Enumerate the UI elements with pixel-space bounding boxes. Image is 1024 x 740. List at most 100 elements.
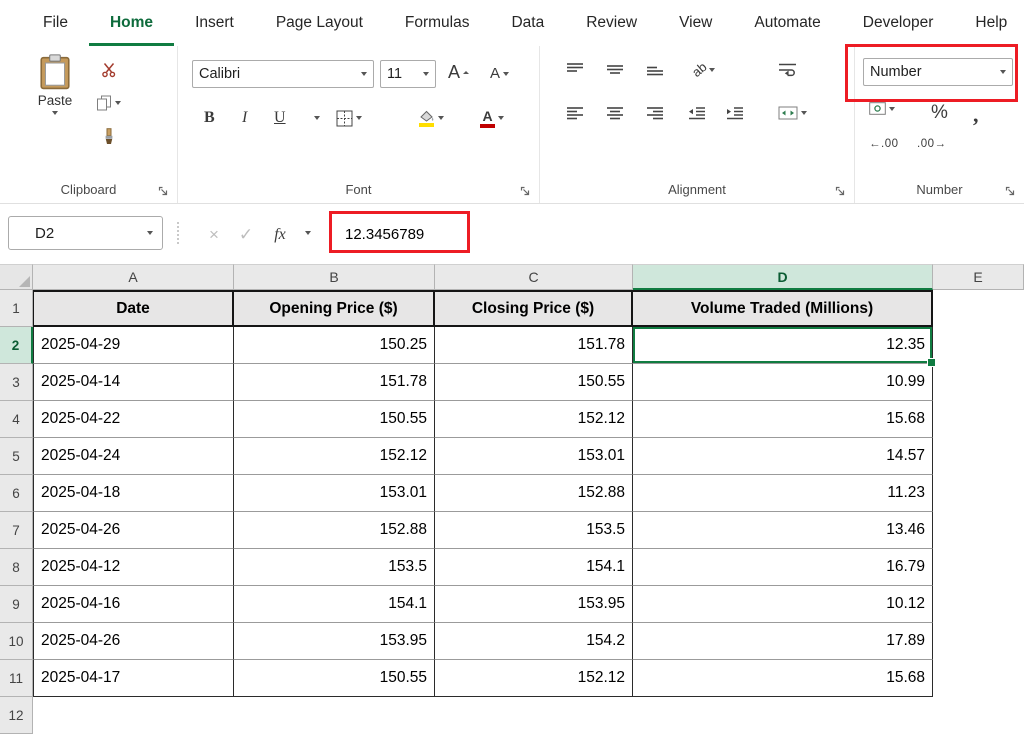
underline-dropdown-icon[interactable]	[314, 104, 320, 132]
align-center-button[interactable]	[606, 106, 624, 120]
cell-D6[interactable]: 11.23	[633, 475, 933, 512]
tab-review[interactable]: Review	[565, 0, 658, 46]
cell-B6[interactable]: 153.01	[234, 475, 435, 512]
tab-file[interactable]: File	[22, 0, 89, 46]
cell-B11[interactable]: 150.55	[234, 660, 435, 697]
cell-E12[interactable]	[933, 697, 1024, 734]
name-box[interactable]: D2	[8, 216, 163, 250]
tab-automate[interactable]: Automate	[733, 0, 841, 46]
decrease-decimal-button[interactable]: .00→	[917, 138, 947, 150]
cell-E10[interactable]	[933, 623, 1024, 660]
number-format-combo[interactable]: Number	[863, 58, 1013, 86]
cell-E8[interactable]	[933, 549, 1024, 586]
row-header-9[interactable]: 9	[0, 586, 33, 623]
cell-E5[interactable]	[933, 438, 1024, 475]
cell-E6[interactable]	[933, 475, 1024, 512]
row-header-1[interactable]: 1	[0, 290, 33, 327]
formula-input[interactable]: 12.3456789	[345, 205, 424, 264]
cell-D11[interactable]: 15.68	[633, 660, 933, 697]
align-left-button[interactable]	[566, 106, 584, 120]
paste-button[interactable]: Paste	[26, 54, 84, 115]
comma-style-button[interactable]: ,	[973, 102, 979, 128]
increase-decimal-button[interactable]: ←.00	[869, 138, 899, 150]
decrease-font-size-button[interactable]: A	[490, 65, 510, 82]
column-header-E[interactable]: E	[933, 264, 1024, 290]
cell-A8[interactable]: 2025-04-12	[33, 549, 234, 586]
cell-C10[interactable]: 154.2	[435, 623, 633, 660]
cell-E11[interactable]	[933, 660, 1024, 697]
cell-A2[interactable]: 2025-04-29	[33, 327, 234, 364]
cell-B1[interactable]: Opening Price ($)	[234, 290, 435, 327]
row-header-4[interactable]: 4	[0, 401, 33, 438]
tab-insert[interactable]: Insert	[174, 0, 255, 46]
cancel-icon[interactable]: ×	[200, 205, 228, 264]
cell-C1[interactable]: Closing Price ($)	[435, 290, 633, 327]
cell-D2[interactable]: 12.35	[633, 327, 936, 367]
cell-A9[interactable]: 2025-04-16	[33, 586, 234, 623]
cell-B5[interactable]: 152.12	[234, 438, 435, 475]
font-name-combo[interactable]: Calibri	[192, 60, 374, 88]
cell-D10[interactable]: 17.89	[633, 623, 933, 660]
merge-center-button[interactable]	[778, 106, 807, 120]
cell-B8[interactable]: 153.5	[234, 549, 435, 586]
cell-A11[interactable]: 2025-04-17	[33, 660, 234, 697]
column-header-D[interactable]: D	[633, 264, 933, 290]
tab-help[interactable]: Help	[954, 0, 1024, 46]
cell-B4[interactable]: 150.55	[234, 401, 435, 438]
cell-A5[interactable]: 2025-04-24	[33, 438, 234, 475]
column-header-C[interactable]: C	[435, 264, 633, 290]
cell-D12[interactable]	[633, 697, 933, 734]
accounting-format-button[interactable]	[869, 102, 895, 115]
cell-A10[interactable]: 2025-04-26	[33, 623, 234, 660]
percent-style-button[interactable]: %	[931, 102, 948, 124]
cut-button[interactable]	[96, 58, 121, 82]
tab-home[interactable]: Home	[89, 0, 174, 46]
font-size-combo[interactable]: 11	[380, 60, 436, 88]
cell-E2[interactable]	[933, 327, 1024, 364]
alignment-dialog-launcher[interactable]	[835, 184, 847, 196]
row-header-8[interactable]: 8	[0, 549, 33, 586]
row-header-7[interactable]: 7	[0, 512, 33, 549]
clipboard-dialog-launcher[interactable]	[158, 184, 170, 196]
font-dialog-launcher[interactable]	[520, 184, 532, 196]
cell-C6[interactable]: 152.88	[435, 475, 633, 512]
cell-D7[interactable]: 13.46	[633, 512, 933, 549]
column-header-A[interactable]: A	[33, 264, 234, 290]
cell-B12[interactable]	[234, 697, 435, 734]
tab-view[interactable]: View	[658, 0, 733, 46]
cell-C3[interactable]: 150.55	[435, 364, 633, 401]
cell-A12[interactable]	[33, 697, 234, 734]
tab-data[interactable]: Data	[490, 0, 565, 46]
cell-E4[interactable]	[933, 401, 1024, 438]
align-top-button[interactable]	[566, 62, 584, 76]
cell-A6[interactable]: 2025-04-18	[33, 475, 234, 512]
cell-C4[interactable]: 152.12	[435, 401, 633, 438]
underline-button[interactable]: U	[274, 104, 286, 132]
row-header-10[interactable]: 10	[0, 623, 33, 660]
cell-D5[interactable]: 14.57	[633, 438, 933, 475]
cell-C5[interactable]: 153.01	[435, 438, 633, 475]
number-dialog-launcher[interactable]	[1005, 184, 1017, 196]
tab-developer[interactable]: Developer	[842, 0, 955, 46]
cell-B10[interactable]: 153.95	[234, 623, 435, 660]
cell-E3[interactable]	[933, 364, 1024, 401]
row-header-3[interactable]: 3	[0, 364, 33, 401]
cell-D9[interactable]: 10.12	[633, 586, 933, 623]
cell-C8[interactable]: 154.1	[435, 549, 633, 586]
cell-B3[interactable]: 151.78	[234, 364, 435, 401]
enter-icon[interactable]: ✓	[232, 205, 260, 264]
row-header-6[interactable]: 6	[0, 475, 33, 512]
cell-C12[interactable]	[435, 697, 633, 734]
insert-function-icon[interactable]: fx	[266, 205, 294, 264]
bold-button[interactable]: B	[204, 104, 215, 132]
cell-A7[interactable]: 2025-04-26	[33, 512, 234, 549]
tab-page-layout[interactable]: Page Layout	[255, 0, 384, 46]
row-header-11[interactable]: 11	[0, 660, 33, 697]
cell-A1[interactable]: Date	[33, 290, 234, 327]
cell-D8[interactable]: 16.79	[633, 549, 933, 586]
cell-A4[interactable]: 2025-04-22	[33, 401, 234, 438]
font-color-button[interactable]: A	[480, 104, 504, 132]
fill-color-button[interactable]	[418, 104, 444, 132]
increase-font-size-button[interactable]: A	[448, 62, 470, 83]
cell-B7[interactable]: 152.88	[234, 512, 435, 549]
